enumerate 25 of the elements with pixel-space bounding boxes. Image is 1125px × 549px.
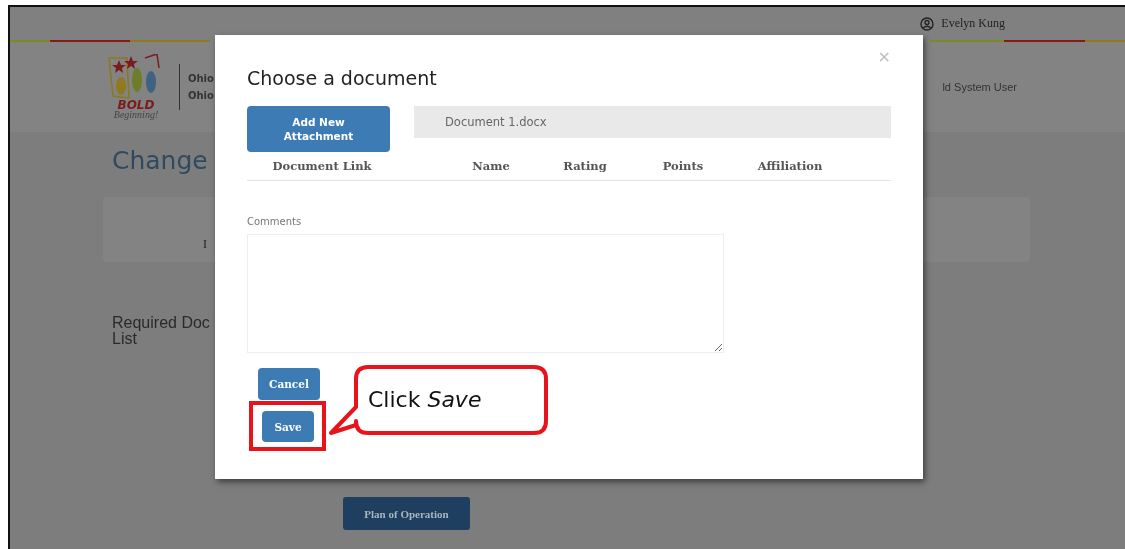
card-text: I <box>203 237 207 252</box>
column-header: Document Link <box>272 159 372 173</box>
org-name: Ohio <box>188 73 214 84</box>
modal-title: Choose a document <box>247 67 438 89</box>
add-attachment-button[interactable]: Add New Attachment <box>247 106 390 152</box>
org-name: Ohio <box>188 90 214 101</box>
file-name-field: Document 1.docx <box>414 106 891 138</box>
comments-field[interactable] <box>247 234 724 353</box>
dialog-button[interactable]: Cancel <box>258 368 320 400</box>
column-header: Affiliation <box>757 159 823 173</box>
comments-label: Comments <box>247 216 303 227</box>
user-name[interactable]: Evelyn Kung <box>941 16 1005 31</box>
dialog-button[interactable]: Save <box>262 411 314 442</box>
logo-text: BOLD <box>117 98 155 112</box>
column-header: Name <box>472 159 510 173</box>
user-icon <box>920 16 935 31</box>
section-heading: List <box>112 331 137 347</box>
section-heading: Required Doc <box>112 315 210 331</box>
plan-of-operation-button[interactable]: Plan of Operation <box>343 497 470 530</box>
logo-text: Beginning! <box>113 109 159 120</box>
page-heading: Change <box>112 146 208 175</box>
column-header: Points <box>662 159 704 173</box>
callout-text: Click Save <box>368 387 482 412</box>
user-role: ld System User <box>942 81 1017 93</box>
column-header: Rating <box>563 159 607 173</box>
